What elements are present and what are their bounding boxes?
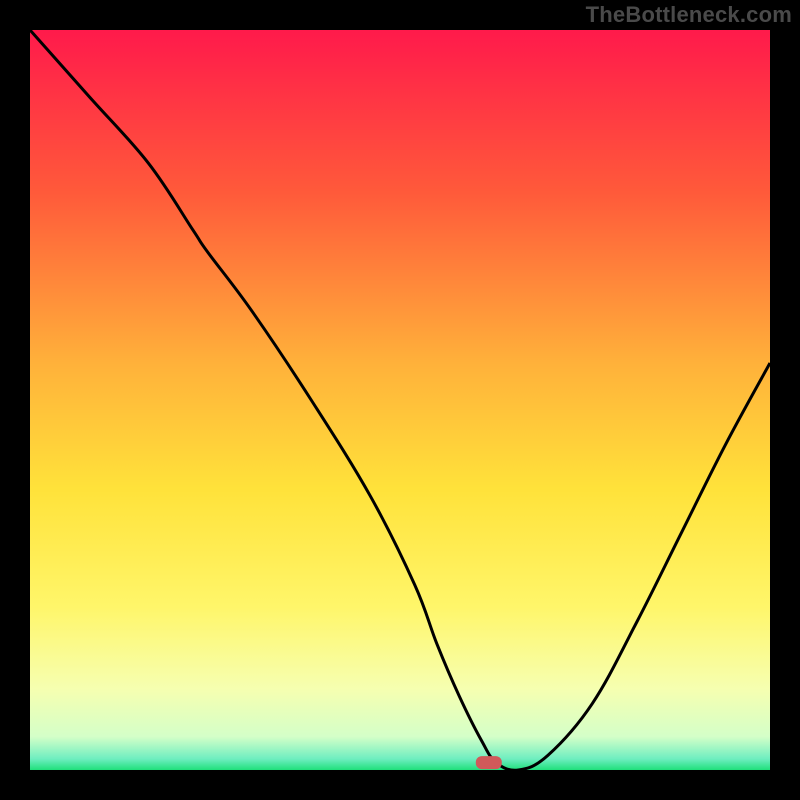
watermark-text: TheBottleneck.com: [586, 2, 792, 28]
chart-frame: TheBottleneck.com: [0, 0, 800, 800]
optimal-marker: [476, 756, 502, 769]
plot-background: [30, 30, 770, 770]
bottleneck-chart: [30, 30, 770, 770]
